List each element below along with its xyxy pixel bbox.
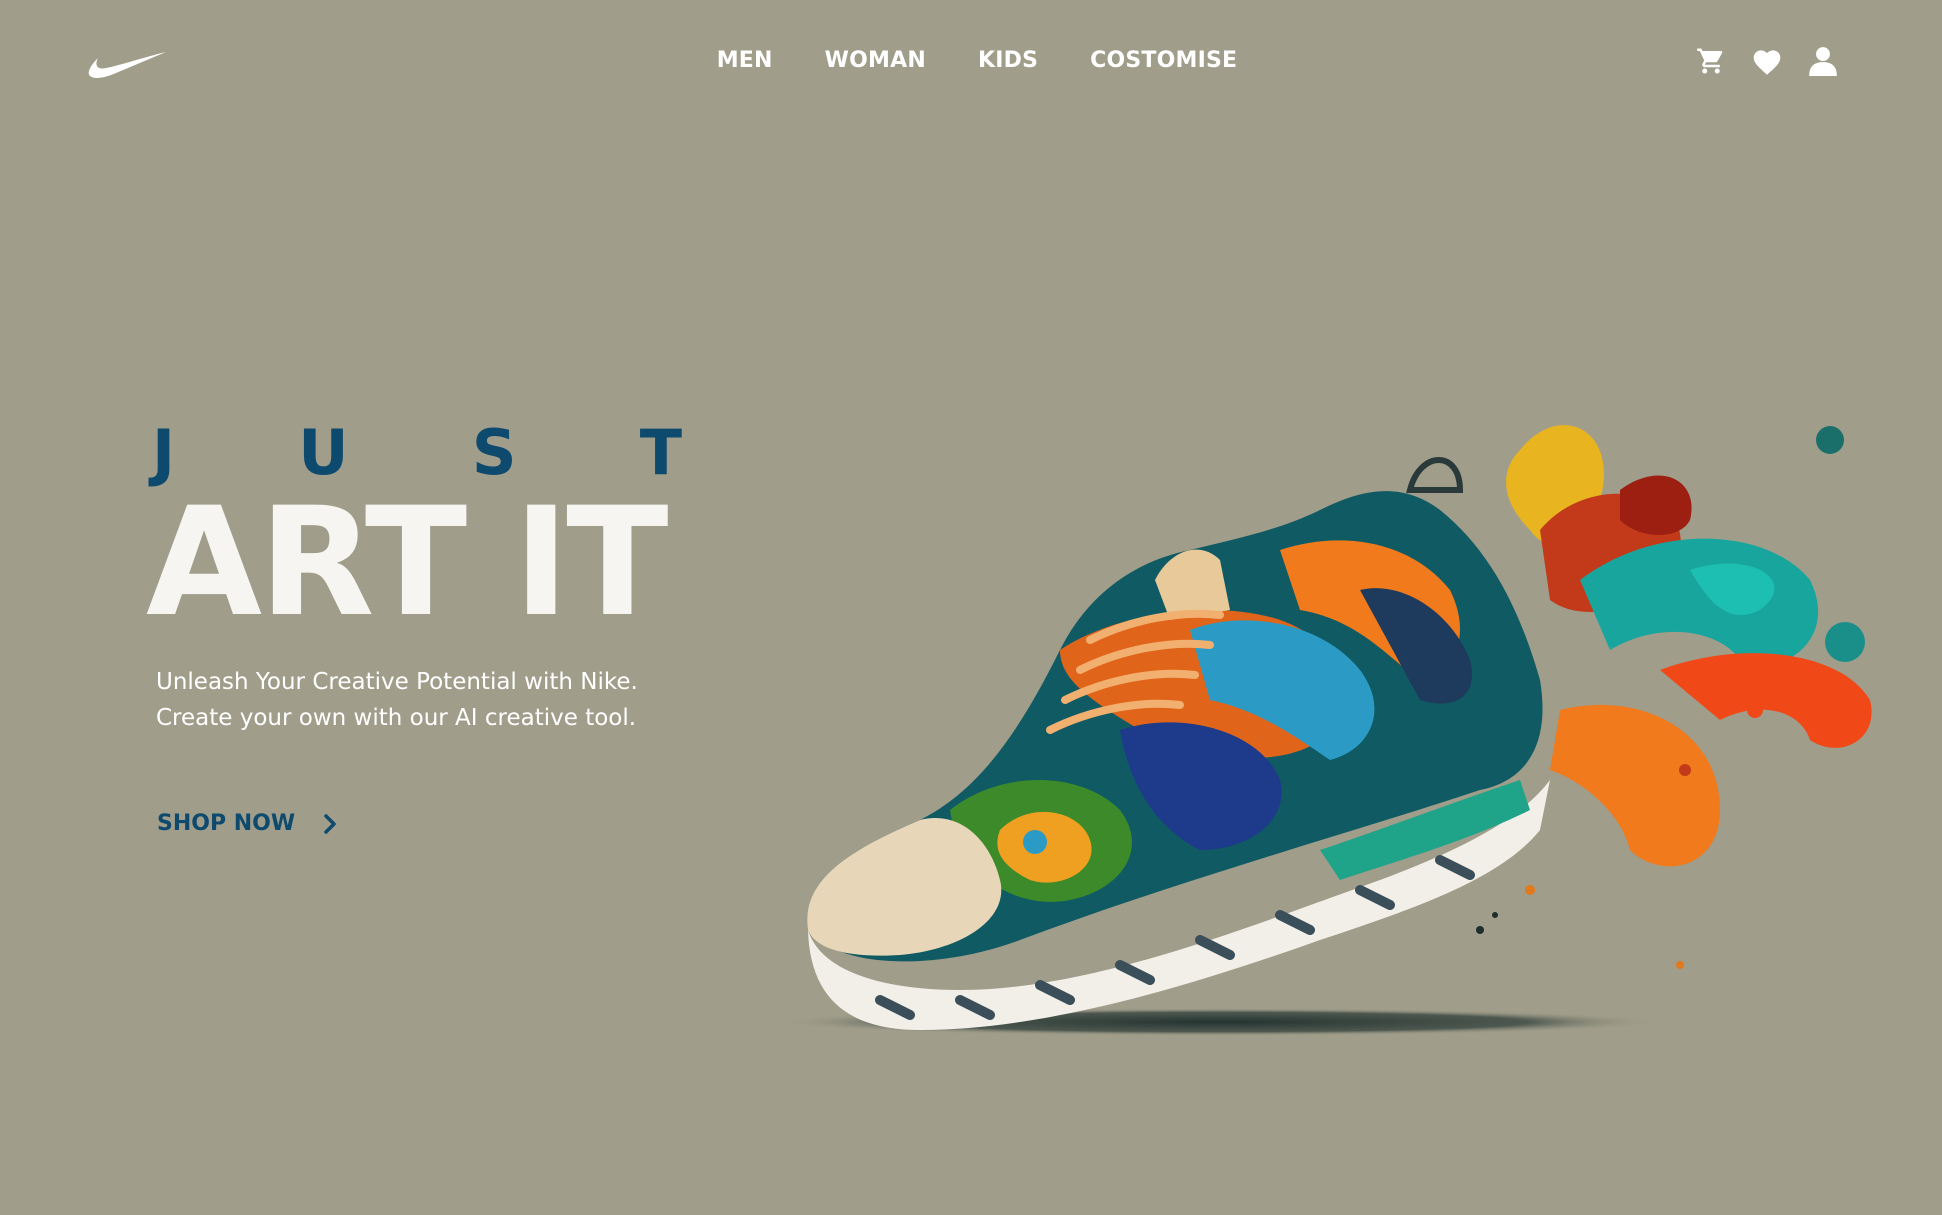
shop-now-button[interactable]: SHOP NOW (157, 811, 337, 836)
cart-icon (1697, 48, 1723, 74)
chevron-right-icon (324, 813, 336, 834)
hero-description: Unleash Your Creative Potential with Nik… (156, 664, 710, 736)
account-button[interactable] (1806, 44, 1840, 78)
main-nav: MEN WOMAN KIDS COSTOMISE (0, 46, 1942, 76)
hero-section: J U S T ART IT Unleash Your Creative Pot… (146, 418, 710, 736)
user-icon (1809, 47, 1837, 76)
wishlist-button[interactable] (1750, 44, 1784, 78)
hero-headline: ART IT (146, 476, 669, 650)
shop-now-label: SHOP NOW (157, 811, 296, 836)
hero-description-line: Create your own with our AI creative too… (156, 705, 637, 731)
nav-item-woman[interactable]: WOMAN (825, 46, 926, 76)
hero-product-image (780, 425, 1872, 1036)
hero-description-line: Unleash Your Creative Potential with Nik… (156, 669, 638, 695)
heart-icon (1753, 50, 1781, 75)
nav-item-kids[interactable]: KIDS (978, 46, 1038, 76)
header-actions (1694, 44, 1840, 78)
cart-button[interactable] (1694, 44, 1728, 78)
nav-item-customise[interactable]: COSTOMISE (1090, 46, 1237, 76)
nav-item-men[interactable]: MEN (717, 46, 773, 76)
